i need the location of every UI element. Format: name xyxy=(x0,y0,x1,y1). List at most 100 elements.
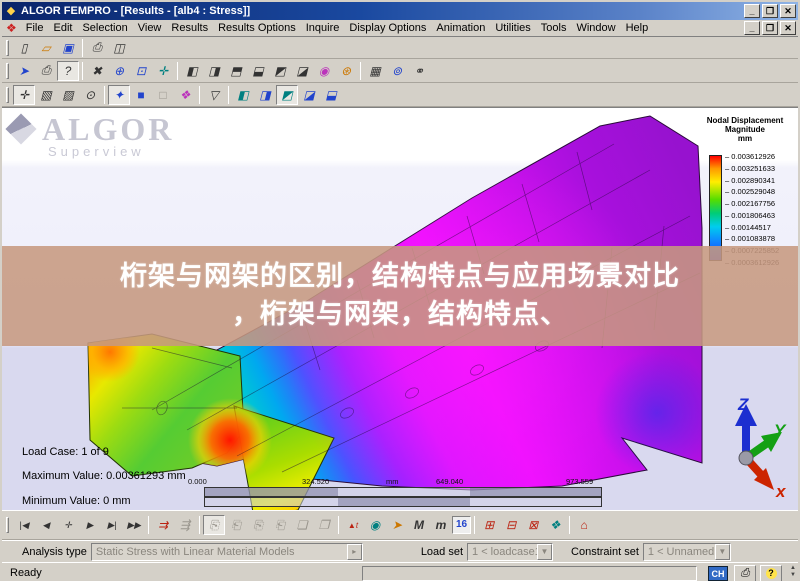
child-minimize-button[interactable]: _ xyxy=(744,21,760,35)
show-minimum-button[interactable]: m xyxy=(430,515,452,535)
show-maximum-button[interactable]: M xyxy=(408,515,430,535)
menu-results[interactable]: Results xyxy=(166,21,213,35)
world-view-button[interactable]: ⊚ xyxy=(386,61,408,81)
print-button[interactable]: ⎙ xyxy=(86,38,108,58)
print-preview-button[interactable]: ◫ xyxy=(108,38,130,58)
shaded-view-button[interactable]: ■ xyxy=(130,85,152,105)
anim-next-button[interactable]: ▶| xyxy=(101,515,123,535)
view-top-button[interactable]: ⬒ xyxy=(225,61,247,81)
export-animation-button[interactable]: ⎗ xyxy=(269,515,291,535)
capture-window-button[interactable]: ❐ xyxy=(313,515,335,535)
minimize-button[interactable]: _ xyxy=(744,4,760,18)
copy-animation-button[interactable]: ⎗ xyxy=(225,515,247,535)
zoom-extents-button[interactable]: ✖ xyxy=(86,61,108,81)
zoom-window-button[interactable]: ⊕ xyxy=(108,61,130,81)
results-viewport[interactable]: ALGOR Superview Nodal Displacement Magni… xyxy=(2,107,798,510)
menu-edit[interactable]: Edit xyxy=(49,21,78,35)
menu-results-options[interactable]: Results Options xyxy=(213,21,301,35)
rotate-model-button[interactable]: ❖ xyxy=(174,85,196,105)
context-help-button[interactable]: ? xyxy=(57,60,79,81)
view-left-button[interactable]: ◩ xyxy=(269,61,291,81)
select-point-button[interactable]: ✛ xyxy=(13,84,35,105)
pane-layout-2-button[interactable]: ◨ xyxy=(254,85,276,105)
find-button[interactable]: ⚭ xyxy=(408,61,430,81)
toolbar-drag-handle[interactable] xyxy=(6,86,9,103)
anim-last-button[interactable]: ▶▶ xyxy=(123,515,145,535)
capture-view-button[interactable]: ❏ xyxy=(291,515,313,535)
new-file-button[interactable]: ▯ xyxy=(13,38,35,58)
help-status-button[interactable]: ? xyxy=(760,565,782,581)
legend-title-units: mm xyxy=(737,134,753,143)
pane-layout-3-button[interactable]: ◩ xyxy=(276,84,298,105)
report-view-2-button[interactable]: ⊟ xyxy=(500,515,522,535)
report-view-3-button[interactable]: ⊠ xyxy=(522,515,544,535)
report-view-1-button[interactable]: ⊞ xyxy=(478,515,500,535)
view-isometric-button[interactable]: ◉ xyxy=(313,61,335,81)
constraint-set-dropdown-icon[interactable]: ▼ xyxy=(714,543,730,560)
wireframe-view-button[interactable]: □ xyxy=(152,85,174,105)
load-set-combo[interactable]: 1 < loadcase1 > ▼ xyxy=(467,542,554,561)
anim-loop-button[interactable]: ⇉ xyxy=(152,515,174,535)
pane-layout-1-button[interactable]: ◧ xyxy=(232,85,254,105)
print-animation-button[interactable]: ⎘ xyxy=(247,515,269,535)
anim-previous-button[interactable]: ◀ xyxy=(35,515,57,535)
menu-utilities[interactable]: Utilities xyxy=(490,21,535,35)
view-right-button[interactable]: ◪ xyxy=(291,61,313,81)
menu-animation[interactable]: Animation xyxy=(431,21,490,35)
view-back-button[interactable]: ◨ xyxy=(203,61,225,81)
menu-file[interactable]: File xyxy=(21,21,49,35)
probe-cursor-button[interactable]: ➤ xyxy=(386,515,408,535)
constraint-set-combo[interactable]: 1 < Unnamed > ▼ xyxy=(642,542,731,561)
zoom-select-button[interactable]: ⊡ xyxy=(130,61,152,81)
load-set-value: 1 < loadcase1 > xyxy=(472,545,538,558)
report-print-button[interactable]: ⌂ xyxy=(573,515,595,535)
select-rectangle-button[interactable]: ▧ xyxy=(35,85,57,105)
anim-play-button[interactable]: ▶ xyxy=(79,515,101,535)
restore-button[interactable]: ❐ xyxy=(762,4,778,18)
legend-value: 0.00144517 xyxy=(725,223,771,232)
save-animation-button[interactable]: ⎘ xyxy=(203,515,225,535)
child-close-button[interactable]: ✕ xyxy=(780,21,796,35)
camera-capture-button[interactable]: ◉ xyxy=(364,515,386,535)
child-restore-button[interactable]: ❐ xyxy=(762,21,778,35)
inquire-cursor-button[interactable]: ➤ xyxy=(13,61,35,81)
anim-first-button[interactable]: |◀ xyxy=(13,515,35,535)
pane-layout-4-button[interactable]: ◪ xyxy=(298,85,320,105)
view-cube-top-icon: ⬒ xyxy=(230,63,242,78)
pane-1-icon: ◧ xyxy=(237,87,249,102)
load-set-dropdown-icon[interactable]: ▼ xyxy=(537,543,553,560)
view-front-button[interactable]: ◧ xyxy=(181,61,203,81)
pane-layout-5-button[interactable]: ⬓ xyxy=(320,85,342,105)
save-button[interactable]: ▣ xyxy=(57,38,79,58)
pan-button[interactable]: ✛ xyxy=(152,61,174,81)
anim-frame-button[interactable]: ✛ xyxy=(57,515,79,535)
open-file-button[interactable]: ▱ xyxy=(35,38,57,58)
recenter-button[interactable]: ✦ xyxy=(108,84,130,105)
analysis-type-expand-icon[interactable]: ▸ xyxy=(346,543,362,560)
timestep-button[interactable]: ▲t xyxy=(342,515,364,535)
printer-status-button[interactable]: ⎙ xyxy=(734,565,756,581)
toolbar-drag-handle[interactable] xyxy=(6,39,9,56)
report-export-button[interactable]: ❖ xyxy=(544,515,566,535)
view-bottom-button[interactable]: ⬓ xyxy=(247,61,269,81)
close-button[interactable]: ✕ xyxy=(780,4,796,18)
screen-capture-button[interactable]: ⎙ xyxy=(35,61,57,81)
status-stepper[interactable]: ▲ ▼ xyxy=(790,565,796,579)
language-badge[interactable]: CH xyxy=(708,566,728,581)
menu-view[interactable]: View xyxy=(133,21,167,35)
menu-window[interactable]: Window xyxy=(571,21,620,35)
menu-display-options[interactable]: Display Options xyxy=(344,21,431,35)
menu-inquire[interactable]: Inquire xyxy=(301,21,345,35)
selection-filter-button[interactable]: ▽ xyxy=(203,85,225,105)
anim-step-button[interactable]: ⇶ xyxy=(174,515,196,535)
color-wheel-button[interactable]: ⊛ xyxy=(335,61,357,81)
toolbar-drag-handle[interactable] xyxy=(6,62,9,79)
select-polyline-button[interactable]: ▨ xyxy=(57,85,79,105)
menu-selection[interactable]: Selection xyxy=(77,21,132,35)
toolbar-drag-handle[interactable] xyxy=(6,517,9,533)
menu-help[interactable]: Help xyxy=(621,21,654,35)
analysis-type-combo[interactable]: Static Stress with Linear Material Model… xyxy=(90,542,363,561)
menu-tools[interactable]: Tools xyxy=(536,21,572,35)
select-circle-button[interactable]: ⊙ xyxy=(79,85,101,105)
dither-toggle-button[interactable]: ▦ xyxy=(364,61,386,81)
